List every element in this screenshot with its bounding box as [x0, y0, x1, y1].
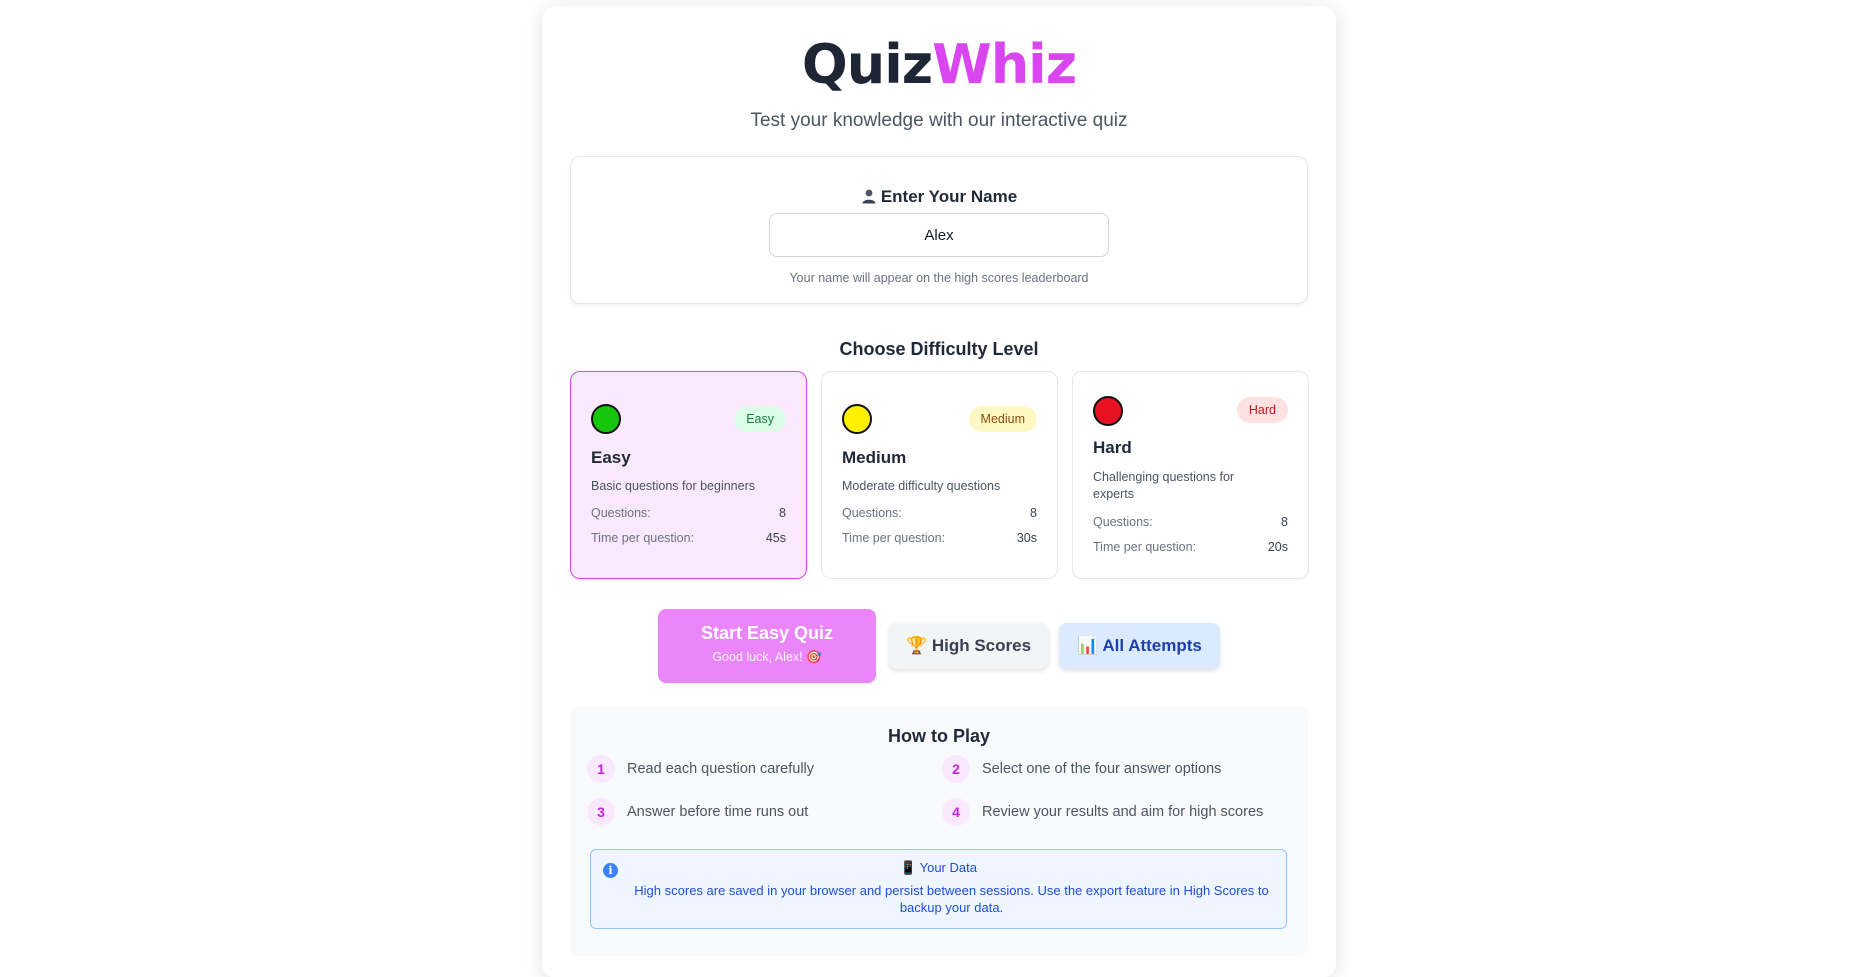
difficulty-badge: Easy	[734, 406, 786, 432]
difficulty-title: Choose Difficulty Level	[839, 339, 1039, 359]
step-item: 4 Review your results and aim for high sc…	[942, 798, 1263, 826]
data-notice-text: High scores are saved in your browser an…	[634, 883, 1269, 915]
main-card: QuizWhiz Test your knowledge with our in…	[542, 6, 1336, 977]
questions-value: 8	[1030, 506, 1037, 520]
step-number: 3	[587, 798, 615, 826]
name-section-title: Enter Your Name	[571, 187, 1307, 207]
time-label: Time per question:	[842, 531, 946, 545]
questions-row: Questions: 8	[1093, 515, 1288, 529]
step-item: 2 Select one of the four answer options	[942, 755, 1221, 783]
difficulty-description: Basic questions for beginners	[591, 479, 755, 493]
data-notice: i 📱 Your Data High scores are saved in y…	[590, 849, 1287, 929]
user-icon	[862, 189, 876, 204]
time-value: 30s	[1016, 531, 1037, 545]
step-text: Review your results and aim for high sco…	[982, 804, 1264, 820]
name-section: Enter Your Name Your name will appear on…	[570, 156, 1308, 304]
time-row: Time per question: 20s	[1093, 540, 1288, 554]
start-quiz-sublabel: Good luck, Alex! 🎯	[712, 650, 822, 664]
step-item: 3 Answer before time runs out	[587, 798, 808, 826]
time-value: 20s	[1267, 540, 1288, 554]
difficulty-card-easy[interactable]: Easy Easy Basic questions for beginners …	[570, 371, 807, 579]
how-to-play-title: How to Play	[887, 726, 990, 746]
time-label: Time per question:	[591, 531, 695, 545]
difficulty-name: Easy	[591, 448, 631, 467]
questions-row: Questions: 8	[591, 506, 786, 520]
step-number: 1	[587, 755, 615, 783]
name-hint: Your name will appear on the high scores…	[789, 271, 1089, 285]
difficulty-name: Medium	[842, 448, 907, 467]
step-text: Answer before time runs out	[627, 804, 809, 820]
time-value: 45s	[765, 531, 786, 545]
time-row: Time per question: 30s	[842, 531, 1037, 545]
questions-label: Questions:	[591, 506, 651, 520]
logo-part-whiz: Whiz	[932, 33, 1077, 96]
app-logo: QuizWhiz	[542, 32, 1336, 98]
step-number: 2	[942, 755, 970, 783]
questions-label: Questions:	[842, 506, 902, 520]
questions-label: Questions:	[1093, 515, 1153, 529]
difficulty-description: Moderate difficulty questions	[842, 479, 1001, 493]
green-circle-icon	[591, 404, 621, 434]
app-subtitle: Test your knowledge with our interactive…	[750, 110, 1128, 131]
questions-row: Questions: 8	[842, 506, 1037, 520]
time-row: Time per question: 45s	[591, 531, 786, 545]
step-text: Read each question carefully	[627, 761, 815, 777]
how-to-play-section: How to Play 1 Read each question carefull…	[570, 706, 1308, 956]
name-input[interactable]	[769, 213, 1109, 257]
questions-value: 8	[779, 506, 786, 520]
start-quiz-label: Start Easy Quiz	[700, 623, 834, 643]
step-text: Select one of the four answer options	[982, 761, 1222, 777]
difficulty-name: Hard	[1093, 438, 1132, 457]
questions-value: 8	[1281, 515, 1288, 529]
step-number: 4	[942, 798, 970, 826]
difficulty-badge: Medium	[968, 406, 1037, 432]
name-section-label: Enter Your Name	[880, 187, 1018, 206]
time-label: Time per question:	[1093, 540, 1197, 554]
red-circle-icon	[1093, 396, 1123, 426]
step-item: 1 Read each question carefully	[587, 755, 814, 783]
difficulty-card-medium[interactable]: Medium Medium Moderate difficulty questi…	[821, 371, 1058, 579]
yellow-circle-icon	[842, 404, 872, 434]
data-notice-title: 📱 Your Data	[900, 860, 977, 875]
logo-part-quiz: Quiz	[801, 33, 933, 96]
all-attempts-button[interactable]: 📊 All Attempts	[1059, 623, 1220, 669]
high-scores-button[interactable]: 🏆 High Scores	[889, 623, 1048, 669]
start-quiz-button[interactable]: Start Easy Quiz Good luck, Alex! 🎯	[658, 609, 876, 683]
difficulty-badge: Hard	[1236, 397, 1288, 423]
difficulty-description: Challenging questions for experts	[1093, 470, 1235, 501]
difficulty-card-hard[interactable]: Hard Hard Challenging questions for expe…	[1072, 371, 1309, 579]
